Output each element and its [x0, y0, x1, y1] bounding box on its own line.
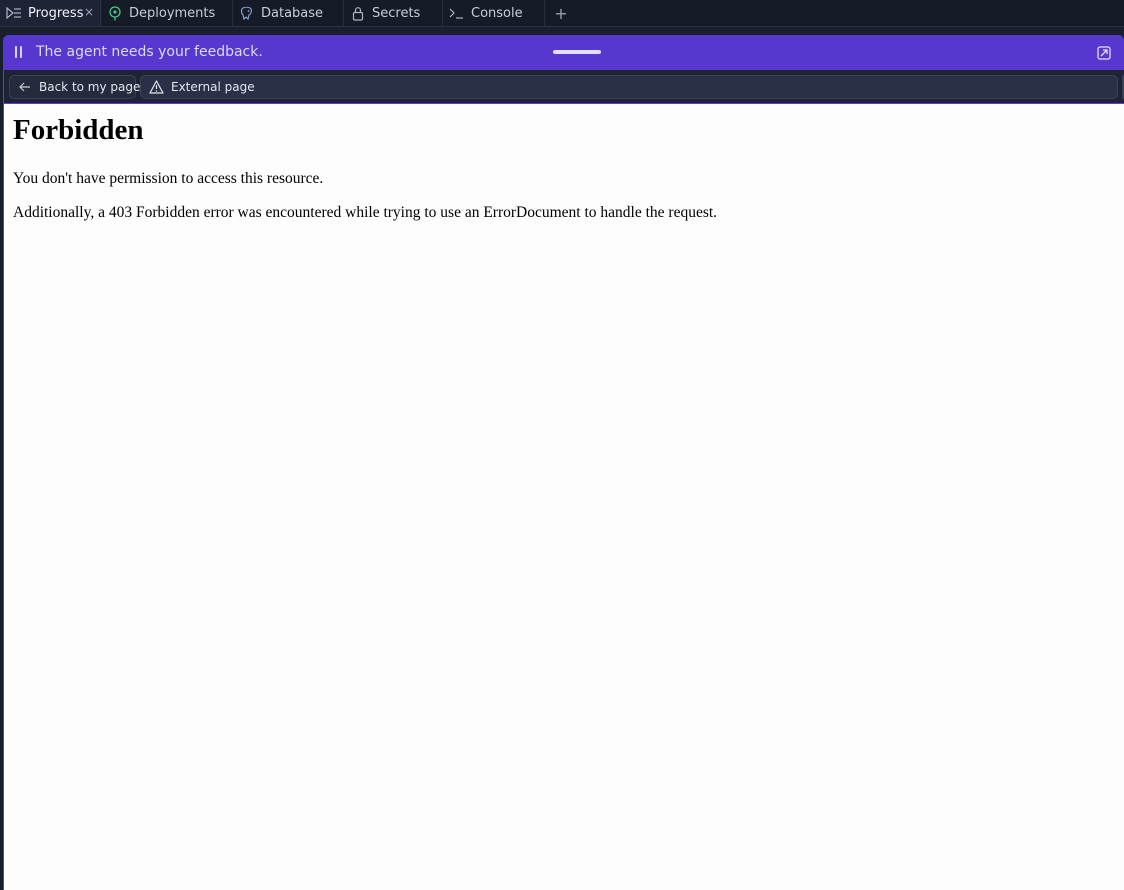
pause-icon[interactable]: [14, 46, 24, 59]
feedback-message: The agent needs your feedback.: [36, 44, 263, 60]
back-button-label: Back to my page: [39, 80, 141, 94]
tab-secrets[interactable]: Secrets: [344, 0, 443, 26]
warning-icon: [149, 80, 164, 94]
tab-console[interactable]: Console: [443, 0, 545, 26]
terminal-icon: [449, 5, 465, 21]
progress-icon: [6, 5, 22, 21]
navigation-bar: Back to my page External page: [4, 70, 1124, 103]
error-message: You don't have permission to access this…: [13, 170, 324, 187]
close-icon[interactable]: ×: [84, 5, 94, 19]
external-page-label: External page: [171, 80, 255, 94]
tab-deployments-label: Deployments: [129, 5, 216, 21]
page-title: Forbidden: [13, 114, 144, 146]
back-button[interactable]: Back to my page: [9, 75, 140, 99]
tab-progress[interactable]: Progress ×: [0, 0, 101, 26]
add-tab-button[interactable]: +: [545, 0, 577, 26]
lock-icon: [350, 5, 366, 21]
tab-deployments[interactable]: Deployments: [101, 0, 233, 26]
webview-panel: The agent needs your feedback. Back to m…: [3, 35, 1124, 890]
tab-bar: Progress × Deployments Database Secrets …: [0, 0, 1124, 27]
tab-console-label: Console: [471, 5, 523, 21]
expand-icon[interactable]: [1096, 45, 1112, 61]
feedback-banner: The agent needs your feedback.: [3, 35, 1124, 70]
tab-database[interactable]: Database: [233, 0, 344, 26]
external-page-indicator: External page: [140, 75, 1118, 99]
error-detail: Additionally, a 403 Forbidden error was …: [13, 204, 718, 221]
tab-progress-label: Progress: [28, 5, 84, 21]
deployments-icon: [107, 5, 123, 21]
database-icon: [239, 5, 255, 21]
arrow-left-icon: [18, 81, 32, 93]
tab-database-label: Database: [261, 5, 324, 21]
tab-secrets-label: Secrets: [372, 5, 421, 21]
drag-handle[interactable]: [553, 50, 601, 54]
web-page-content: Forbidden You don't have permission to a…: [4, 104, 1124, 890]
